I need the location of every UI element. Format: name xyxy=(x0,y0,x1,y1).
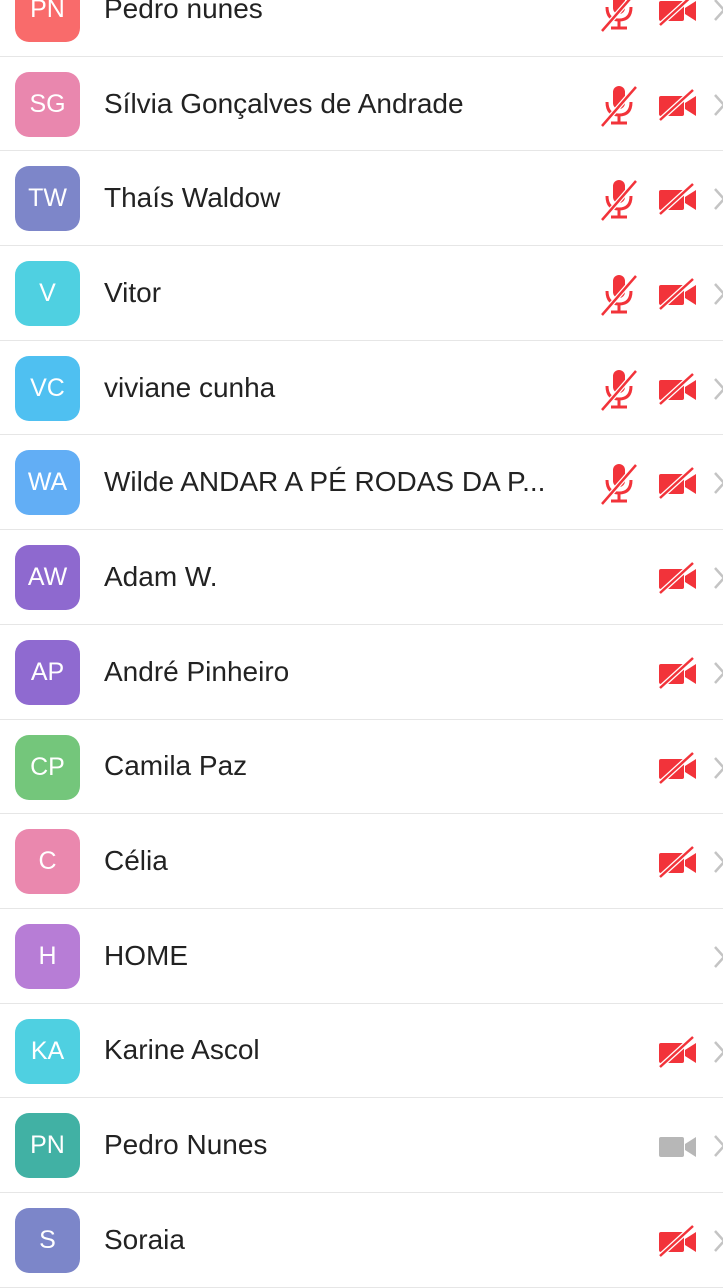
participant-row[interactable]: PN Pedro Nunes xyxy=(0,1098,723,1193)
chevron-right-icon[interactable] xyxy=(712,185,723,213)
camera-off-icon[interactable] xyxy=(657,87,699,122)
participant-name: Camila Paz xyxy=(104,750,248,782)
avatar: VC xyxy=(15,355,80,421)
mic-muted-icon[interactable] xyxy=(598,368,640,412)
avatar: AP xyxy=(15,639,80,705)
camera-off-icon[interactable] xyxy=(657,845,699,880)
participant-name: André Pinheiro xyxy=(104,655,290,687)
participant-name: Vitor xyxy=(104,276,162,308)
avatar: WA xyxy=(15,450,80,516)
chevron-right-icon[interactable] xyxy=(712,375,723,403)
participant-row[interactable]: WA Wilde ANDAR A PÉ RODAS DA P... xyxy=(0,435,723,531)
participant-name: viviane cunha xyxy=(104,371,276,403)
participant-name: Wilde ANDAR A PÉ RODAS DA P... xyxy=(104,466,546,498)
chevron-right-icon[interactable] xyxy=(712,0,723,24)
camera-off-icon[interactable] xyxy=(657,0,699,27)
avatar: H xyxy=(15,923,80,989)
participant-row[interactable]: H HOME xyxy=(0,908,723,1004)
participant-row[interactable]: V Vitor xyxy=(0,246,723,341)
avatar: TW xyxy=(15,166,80,232)
avatar: C xyxy=(15,829,80,895)
chevron-right-icon[interactable] xyxy=(712,1132,723,1160)
participant-name: Pedro nunes xyxy=(104,0,263,24)
camera-off-icon[interactable] xyxy=(657,182,699,217)
participant-row[interactable]: C Célia xyxy=(0,814,723,909)
participant-row[interactable]: KA Karine Ascol xyxy=(0,1003,723,1099)
participant-row[interactable]: S Soraia xyxy=(0,1192,723,1288)
participant-row[interactable]: TW Thaís Waldow xyxy=(0,151,723,247)
mic-muted-icon[interactable] xyxy=(598,273,640,317)
avatar: CP xyxy=(15,734,80,800)
participant-row[interactable]: CP Camila Paz xyxy=(0,719,723,815)
participant-name: Pedro Nunes xyxy=(104,1129,268,1161)
participant-row[interactable]: PN Pedro nunes xyxy=(0,0,723,57)
chevron-right-icon[interactable] xyxy=(712,91,723,119)
avatar: V xyxy=(15,261,80,327)
mic-muted-icon[interactable] xyxy=(598,462,640,507)
chevron-right-icon[interactable] xyxy=(712,1227,723,1255)
camera-off-icon[interactable] xyxy=(657,1034,699,1069)
avatar: PN xyxy=(15,0,80,42)
mic-muted-icon[interactable] xyxy=(598,178,640,223)
participant-list: PN Pedro nunes SG Sílvia Gonçalves de An… xyxy=(0,0,723,1288)
participant-row[interactable]: VC viviane cunha xyxy=(0,340,723,436)
avatar: S xyxy=(15,1207,80,1273)
participant-name: Célia xyxy=(104,845,168,877)
chevron-right-icon[interactable] xyxy=(712,280,723,308)
participant-name: Thaís Waldow xyxy=(104,182,281,214)
camera-off-icon[interactable] xyxy=(657,1224,699,1258)
chevron-right-icon[interactable] xyxy=(712,754,723,782)
camera-off-icon[interactable] xyxy=(657,561,699,595)
chevron-right-icon[interactable] xyxy=(712,848,723,876)
chevron-right-icon[interactable] xyxy=(712,469,723,497)
mic-muted-icon[interactable] xyxy=(598,0,640,33)
camera-off-icon[interactable] xyxy=(657,466,699,501)
participant-row[interactable]: AW Adam W. xyxy=(0,530,723,625)
participant-name: Sílvia Gonçalves de Andrade xyxy=(104,87,464,119)
participant-row[interactable]: SG Sílvia Gonçalves de Andrade xyxy=(0,56,723,152)
camera-off-icon[interactable] xyxy=(657,655,699,690)
camera-off-icon[interactable] xyxy=(657,277,699,311)
participant-name: Karine Ascol xyxy=(104,1034,260,1066)
participant-name: Soraia xyxy=(104,1223,185,1255)
chevron-right-icon[interactable] xyxy=(712,564,723,592)
participant-name: HOME xyxy=(104,939,188,971)
avatar: AW xyxy=(15,545,80,611)
participant-name: Adam W. xyxy=(104,560,218,592)
avatar: SG xyxy=(15,71,80,137)
camera-icon[interactable] xyxy=(657,1129,699,1163)
camera-off-icon[interactable] xyxy=(657,750,699,785)
chevron-right-icon[interactable] xyxy=(712,943,723,971)
chevron-right-icon[interactable] xyxy=(712,659,723,687)
avatar: PN xyxy=(15,1113,80,1179)
chevron-right-icon[interactable] xyxy=(712,1038,723,1066)
camera-off-icon[interactable] xyxy=(657,371,699,406)
mic-muted-icon[interactable] xyxy=(598,84,640,128)
participant-row[interactable]: AP André Pinheiro xyxy=(0,624,723,720)
avatar: KA xyxy=(15,1018,80,1084)
